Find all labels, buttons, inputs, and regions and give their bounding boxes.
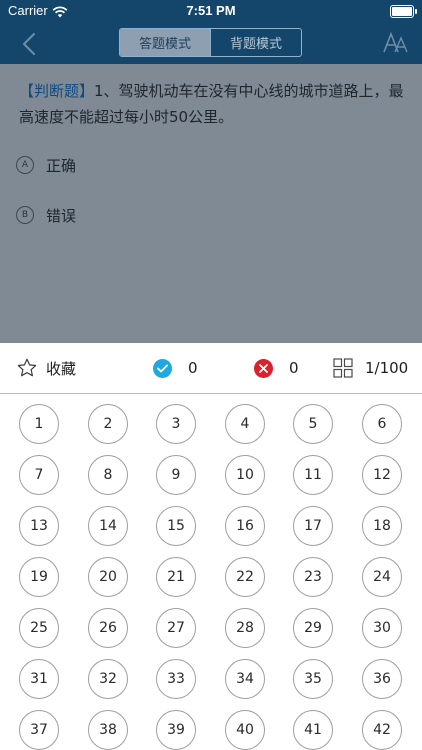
option-label: 错误 [46, 206, 77, 225]
question-number-cell[interactable]: 7 [19, 455, 59, 495]
tab-answer-mode[interactable]: 答题模式 [120, 29, 210, 56]
question-number-cell[interactable]: 36 [362, 659, 402, 699]
star-icon [17, 358, 37, 377]
clock-label: 7:51 PM [186, 3, 236, 18]
question-number-cell[interactable]: 19 [19, 557, 59, 597]
wrong-count-value: 0 [289, 359, 299, 377]
answer-sheet-toolbar: 收藏 0 0 1/100 [0, 343, 422, 394]
cross-icon [254, 358, 273, 378]
question-number-cell[interactable]: 42 [362, 710, 402, 750]
question-number-cell[interactable]: 12 [362, 455, 402, 495]
question-number-cell[interactable]: 21 [156, 557, 196, 597]
question-number-cell[interactable]: 2 [88, 404, 128, 444]
option-label: 正确 [46, 156, 77, 175]
question-number-cell[interactable]: 8 [88, 455, 128, 495]
question-number-cell[interactable]: 37 [19, 710, 59, 750]
favorite-button[interactable]: 收藏 [16, 343, 76, 393]
back-button[interactable] [14, 30, 44, 58]
favorite-label: 收藏 [46, 359, 77, 378]
battery-icon [390, 5, 417, 18]
correct-count-value: 0 [188, 359, 198, 377]
question-number-cell[interactable]: 14 [88, 506, 128, 546]
correct-count: 0 [153, 343, 198, 393]
question-number-cell[interactable]: 22 [225, 557, 265, 597]
progress-value: 1/100 [365, 359, 409, 377]
question-number-cell[interactable]: 3 [156, 404, 196, 444]
question-number-cell[interactable]: 26 [88, 608, 128, 648]
navigation-bar: 答题模式 背题模式 [0, 24, 422, 64]
question-number-cell[interactable]: 20 [88, 557, 128, 597]
question-number-cell[interactable]: 38 [88, 710, 128, 750]
question-number-cell[interactable]: 28 [225, 608, 265, 648]
question-number-cell[interactable]: 41 [293, 710, 333, 750]
tab-memorize-mode[interactable]: 背题模式 [210, 29, 301, 56]
question-text: 【判断题】1、驾驶机动车在没有中心线的城市道路上，最高速度不能超过每小时50公里… [19, 78, 404, 130]
question-number-cell[interactable]: 32 [88, 659, 128, 699]
question-number-cell[interactable]: 23 [293, 557, 333, 597]
question-type-tag: 【判断题】 [19, 82, 95, 100]
question-number-cell[interactable]: 30 [362, 608, 402, 648]
question-number-cell[interactable]: 18 [362, 506, 402, 546]
font-size-icon [383, 31, 408, 53]
chevron-left-icon [23, 33, 35, 55]
option-b[interactable]: B 错误 [16, 203, 76, 227]
question-number-cell[interactable]: 10 [225, 455, 265, 495]
question-number-cell[interactable]: 25 [19, 608, 59, 648]
question-number-grid: 1 2 3 4 5 6 7 8 9 10 11 12 13 14 15 16 1… [0, 394, 422, 750]
question-number-cell[interactable]: 39 [156, 710, 196, 750]
question-number-cell[interactable]: 40 [225, 710, 265, 750]
question-number-cell[interactable]: 11 [293, 455, 333, 495]
question-number-cell[interactable]: 16 [225, 506, 265, 546]
question-number-cell[interactable]: 29 [293, 608, 333, 648]
question-number-cell[interactable]: 33 [156, 659, 196, 699]
question-number-cell[interactable]: 13 [19, 506, 59, 546]
question-number-cell[interactable]: 5 [293, 404, 333, 444]
question-number-cell[interactable]: 17 [293, 506, 333, 546]
question-number-cell[interactable]: 9 [156, 455, 196, 495]
question-area: 【判断题】1、驾驶机动车在没有中心线的城市道路上，最高速度不能超过每小时50公里… [0, 64, 422, 343]
dimmed-question-area: Carrier 7:51 PM 答题模式 背题模式 【判断题】1、驾驶机动车在没… [0, 0, 422, 343]
font-size-button[interactable] [382, 30, 410, 56]
question-number-cell[interactable]: 6 [362, 404, 402, 444]
option-letter: A [16, 156, 34, 174]
question-number-cell[interactable]: 4 [225, 404, 265, 444]
question-number-cell[interactable]: 27 [156, 608, 196, 648]
progress-button[interactable]: 1/100 [333, 343, 408, 393]
question-number-cell[interactable]: 31 [19, 659, 59, 699]
grid-icon [333, 358, 353, 378]
wrong-count: 0 [254, 343, 299, 393]
question-number-cell[interactable]: 35 [293, 659, 333, 699]
option-letter: B [16, 206, 34, 224]
mode-switch: 答题模式 背题模式 [119, 28, 302, 57]
question-number-cell[interactable]: 1 [19, 404, 59, 444]
question-number-cell[interactable]: 24 [362, 557, 402, 597]
check-icon [153, 358, 172, 378]
option-a[interactable]: A 正确 [16, 153, 76, 177]
question-number-cell[interactable]: 15 [156, 506, 196, 546]
status-bar: Carrier 7:51 PM [0, 0, 422, 24]
question-number-cell[interactable]: 34 [225, 659, 265, 699]
